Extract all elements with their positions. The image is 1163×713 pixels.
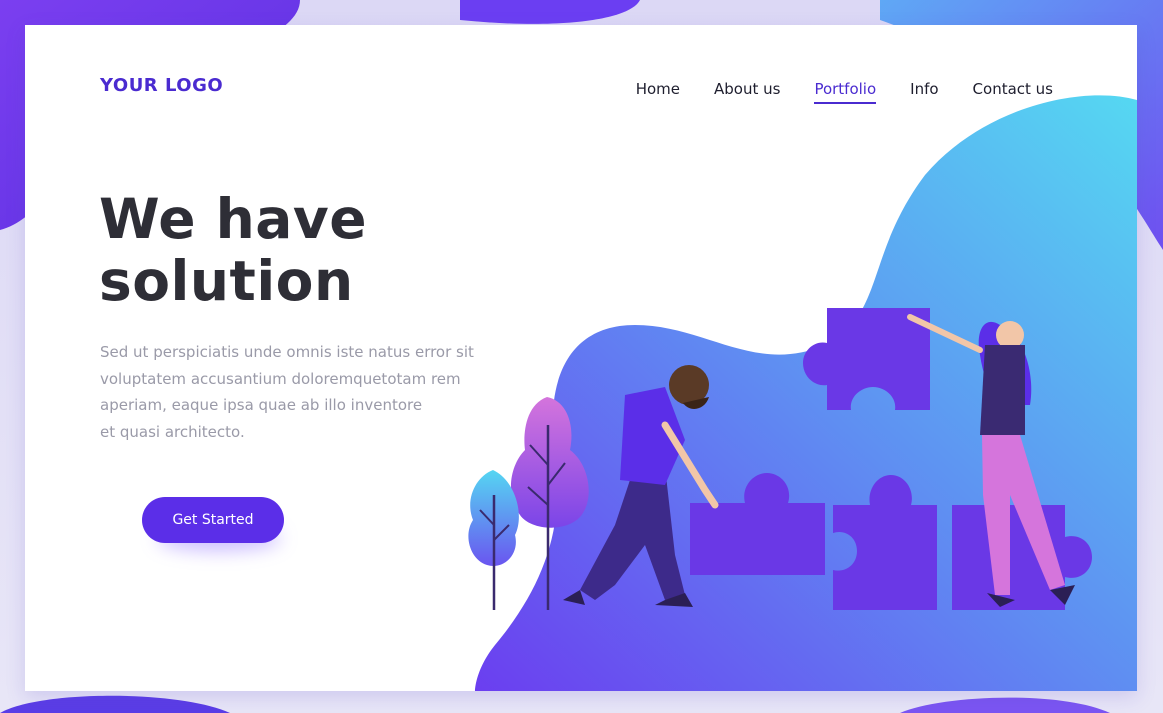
hero-headline-line1: We have xyxy=(99,187,368,251)
hero-description-line: et quasi architecto. xyxy=(100,422,245,441)
hero-description-line: voluptatem accusantium doloremquetotam r… xyxy=(100,369,461,388)
hero-description-line: aperiam, eaque ipsa quae ab illo invento… xyxy=(100,396,423,414)
hero-description-line: Sed ut perspiciatis unde omnis iste natu… xyxy=(100,343,474,361)
hero-description: Sed ut perspiciatis unde omnis iste natu… xyxy=(100,339,510,445)
hero-headline-line2: solution xyxy=(99,249,354,313)
logo[interactable]: YOUR LOGO xyxy=(100,75,223,96)
landing-card: YOUR LOGO Home About us Portfolio Info C… xyxy=(25,25,1137,691)
nav-item-contact-us[interactable]: Contact us xyxy=(973,80,1053,104)
nav-item-about-us[interactable]: About us xyxy=(714,80,780,104)
nav-item-home[interactable]: Home xyxy=(636,80,680,104)
nav-item-portfolio[interactable]: Portfolio xyxy=(814,80,877,104)
main-nav: Home About us Portfolio Info Contact us xyxy=(602,80,1053,104)
hero-headline: We have solution xyxy=(99,188,499,312)
nav-item-info[interactable]: Info xyxy=(910,80,938,104)
get-started-button[interactable]: Get Started xyxy=(142,497,284,543)
